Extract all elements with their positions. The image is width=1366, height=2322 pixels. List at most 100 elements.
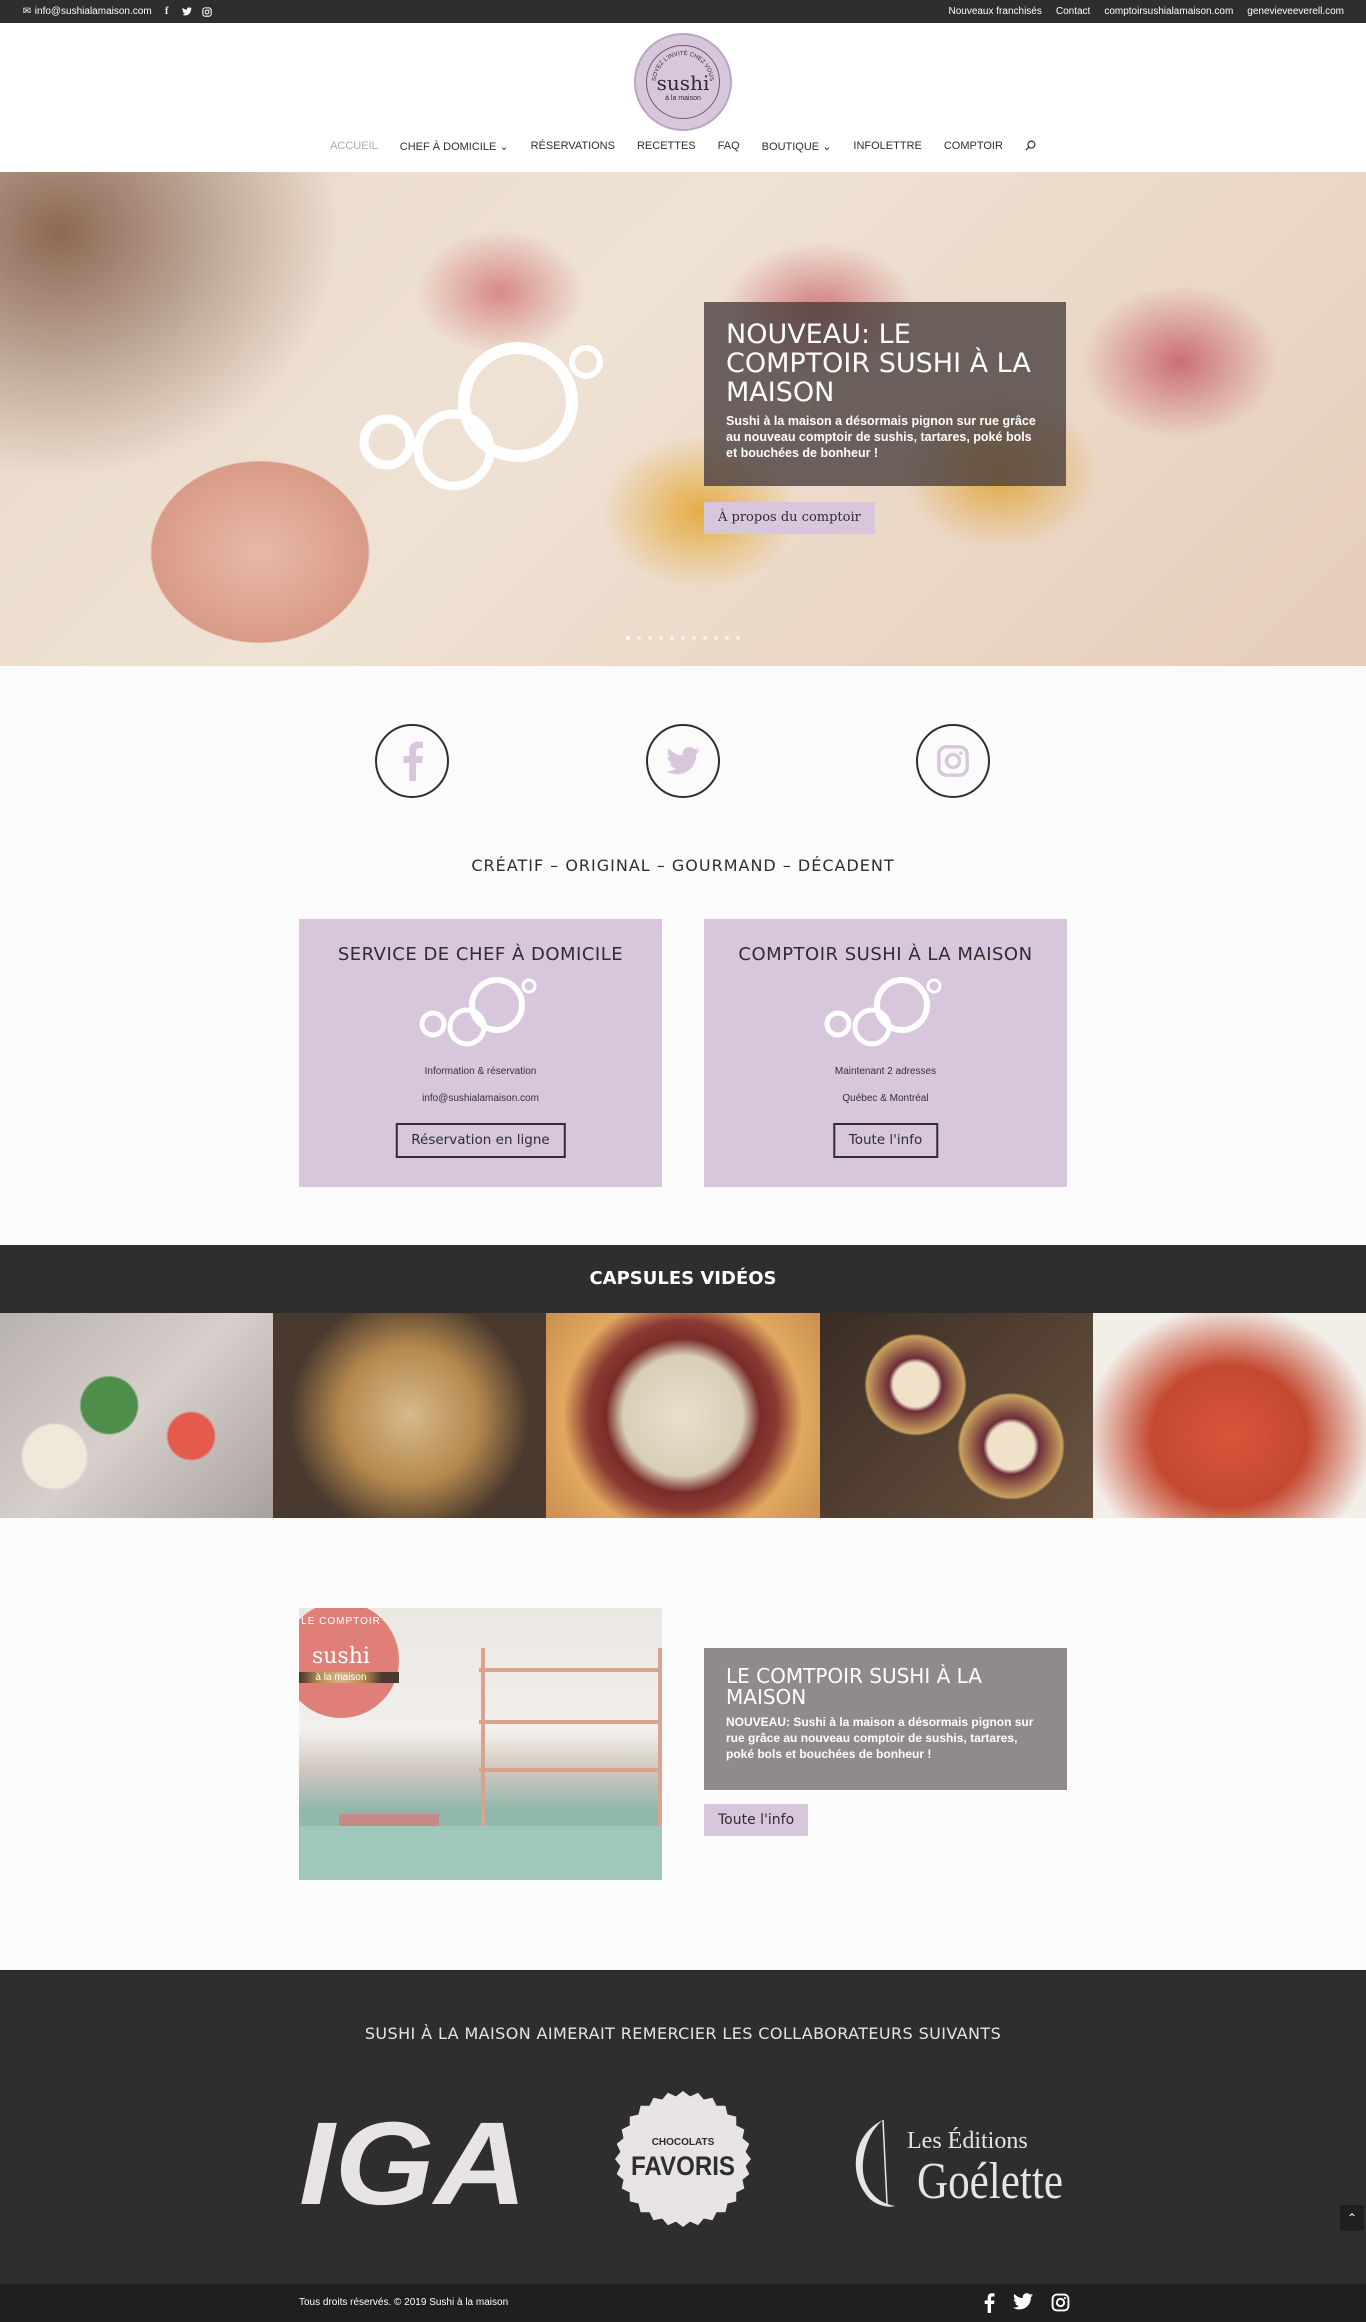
shelf — [479, 1768, 662, 1772]
online-reservation-button[interactable]: Réservation en ligne — [395, 1123, 566, 1158]
badge-word: sushi — [312, 1644, 370, 1669]
footer-social-icons — [983, 2293, 1070, 2313]
section-title: CAPSULES VIDÉOS — [589, 1268, 777, 1289]
hero-about-button[interactable]: À propos du comptoir — [704, 502, 875, 534]
topbar-link-genevieve[interactable]: genevieveeverell.com — [1247, 6, 1344, 17]
nav-item-recettes[interactable]: RECETTES — [637, 140, 696, 153]
svg-text:Goélette: Goélette — [917, 2153, 1063, 2210]
slider-dots — [626, 636, 740, 640]
card-line-1: Maintenant 2 adresses — [834, 1066, 937, 1077]
copyright: Tous droits réservés. © 2019 Sushi à la … — [299, 2297, 509, 2308]
slider-dot[interactable] — [637, 636, 641, 640]
nav-label: CHEF À DOMICILE — [399, 141, 497, 153]
nav-item-infolettre[interactable]: INFOLETTRE — [853, 140, 921, 153]
badge-sub: à la maison — [299, 1672, 399, 1683]
comptoir-text: NOUVEAU: Sushi à la maison a désormais p… — [726, 1715, 1034, 1761]
shelf-post — [658, 1648, 662, 1848]
svg-text:Les Éditions: Les Éditions — [907, 2128, 1028, 2154]
counter — [299, 1826, 662, 1880]
svg-text:CHOCOLATS: CHOCOLATS — [652, 2137, 715, 2148]
logo-word: sushi — [656, 71, 710, 95]
nav-item-chef-a-domicile[interactable]: CHEF À DOMICILE ⌄ — [400, 140, 509, 153]
comptoir-info-button[interactable]: Toute l'info — [704, 1804, 809, 1836]
hero-slider: NOUVEAU: LE COMPTOIR SUSHI À LA MAISON S… — [0, 172, 1366, 666]
slider-dot[interactable] — [725, 636, 729, 640]
chevron-down-icon: ⌄ — [822, 141, 832, 153]
slider-dot[interactable] — [626, 636, 630, 640]
nav-item-accueil[interactable]: ACCUEIL — [330, 140, 378, 153]
card-title: COMPTOIR SUSHI À LA MAISON — [738, 944, 1033, 965]
video-thumbnail[interactable] — [0, 1313, 274, 1518]
site-footer: Tous droits réservés. © 2019 Sushi à la … — [0, 2284, 1366, 2322]
slider-dot[interactable] — [703, 636, 707, 640]
shelf — [479, 1720, 662, 1724]
slider-dot[interactable] — [659, 636, 663, 640]
video-capsules-header: CAPSULES VIDÉOS — [0, 1245, 1366, 1313]
site-logo[interactable]: SOYEZ L'INVITÉ CHEZ VOUS sushi à la mais… — [634, 33, 732, 131]
comptoir-title: LE COMTPOIR SUSHI À LA MAISON — [726, 1664, 982, 1709]
facebook-social-button[interactable] — [375, 724, 449, 798]
slider-dot[interactable] — [736, 636, 740, 640]
comptoir-info-box: LE COMTPOIR SUSHI À LA MAISON NOUVEAU: S… — [704, 1648, 1067, 1790]
instagram-icon[interactable] — [1051, 2293, 1070, 2312]
topbar-link-franchises[interactable]: Nouveaux franchisés — [948, 6, 1041, 17]
topbar-link-contact[interactable]: Contact — [1056, 6, 1090, 17]
facebook-icon — [403, 741, 423, 781]
slider-dot[interactable] — [681, 636, 685, 640]
nav-item-faq[interactable]: FAQ — [718, 140, 740, 153]
nav-item-reservations[interactable]: RÉSERVATIONS — [531, 140, 615, 153]
nav-item-boutique[interactable]: BOUTIQUE ⌄ — [762, 140, 832, 153]
slider-dot[interactable] — [648, 636, 652, 640]
card-line-2: Québec & Montréal — [842, 1093, 929, 1104]
twitter-icon — [666, 747, 700, 775]
nav-item-comptoir[interactable]: COMPTOIR — [944, 140, 1003, 153]
email-text: info@sushialamaison.com — [34, 6, 152, 17]
twitter-icon[interactable] — [181, 6, 192, 17]
svg-text:IGA: IGA — [299, 2100, 527, 2210]
slider-dot[interactable] — [670, 636, 674, 640]
editions-goelette-logo[interactable]: Les Éditions Goélette — [843, 2114, 1065, 2210]
facebook-icon[interactable] — [983, 2293, 995, 2313]
comptoir-card: COMPTOIR SUSHI À LA MAISON Maintenant 2 … — [704, 919, 1067, 1187]
back-to-top-button[interactable]: ⌃ — [1340, 2205, 1364, 2231]
shelf — [479, 1668, 662, 1672]
logo-sub: à la maison — [665, 95, 701, 102]
iga-logo[interactable]: IGA — [299, 2100, 529, 2210]
partners-section: SUSHI À LA MAISON AIMERAIT REMERCIER LES… — [0, 1970, 1366, 2284]
all-info-button[interactable]: Toute l'info — [832, 1123, 939, 1158]
tagline: CRÉATIF – ORIGINAL – GOURMAND – DÉCADENT — [471, 856, 895, 875]
slider-dot[interactable] — [714, 636, 718, 640]
comptoir-badge: LE COMPTOIR sushi à la maison — [299, 1608, 399, 1718]
twitter-social-button[interactable] — [646, 724, 720, 798]
top-bar: ✉ info@sushialamaison.com f Nouveaux fra… — [0, 0, 1366, 23]
main-nav: ACCUEIL CHEF À DOMICILE ⌄ RÉSERVATIONS R… — [0, 140, 1366, 153]
site-header: SOYEZ L'INVITÉ CHEZ VOUS sushi à la mais… — [0, 23, 1366, 172]
search-icon[interactable] — [1025, 140, 1036, 153]
slider-dot[interactable] — [692, 636, 696, 640]
rings-logo-icon — [359, 342, 603, 491]
twitter-icon[interactable] — [1013, 2293, 1033, 2310]
video-thumbnail[interactable] — [273, 1313, 547, 1518]
email-link[interactable]: ✉ info@sushialamaison.com — [22, 6, 152, 17]
chevron-down-icon: ⌄ — [499, 141, 509, 153]
topbar-link-comptoir[interactable]: comptoirsushialamaison.com — [1104, 6, 1233, 17]
hero-text: Sushi à la maison a désormais pignon sur… — [726, 414, 1036, 460]
instagram-icon — [937, 745, 969, 777]
instagram-social-button[interactable] — [916, 724, 990, 798]
video-thumbnail[interactable] — [546, 1313, 820, 1518]
envelope-icon: ✉ — [22, 6, 32, 17]
shelf-post — [481, 1648, 485, 1848]
rings-logo-icon — [824, 977, 942, 1047]
video-thumbnail[interactable] — [1092, 1313, 1366, 1518]
card-email[interactable]: info@sushialamaison.com — [299, 1093, 662, 1104]
chocolats-favoris-logo[interactable]: CHOCOLATS FAVORIS — [613, 2089, 753, 2229]
video-thumbnail[interactable] — [819, 1313, 1093, 1518]
svg-text:FAVORIS: FAVORIS — [631, 2151, 735, 2181]
card-title: SERVICE DE CHEF À DOMICILE — [337, 944, 624, 965]
instagram-icon[interactable] — [201, 6, 212, 17]
facebook-icon[interactable]: f — [162, 6, 172, 17]
chef-service-card: SERVICE DE CHEF À DOMICILE Information &… — [299, 919, 662, 1187]
card-line-1: Information & réservation — [424, 1066, 537, 1077]
hero-caption: NOUVEAU: LE COMPTOIR SUSHI À LA MAISON S… — [704, 302, 1066, 486]
comptoir-photo: LE COMPTOIR sushi à la maison — [299, 1608, 662, 1880]
